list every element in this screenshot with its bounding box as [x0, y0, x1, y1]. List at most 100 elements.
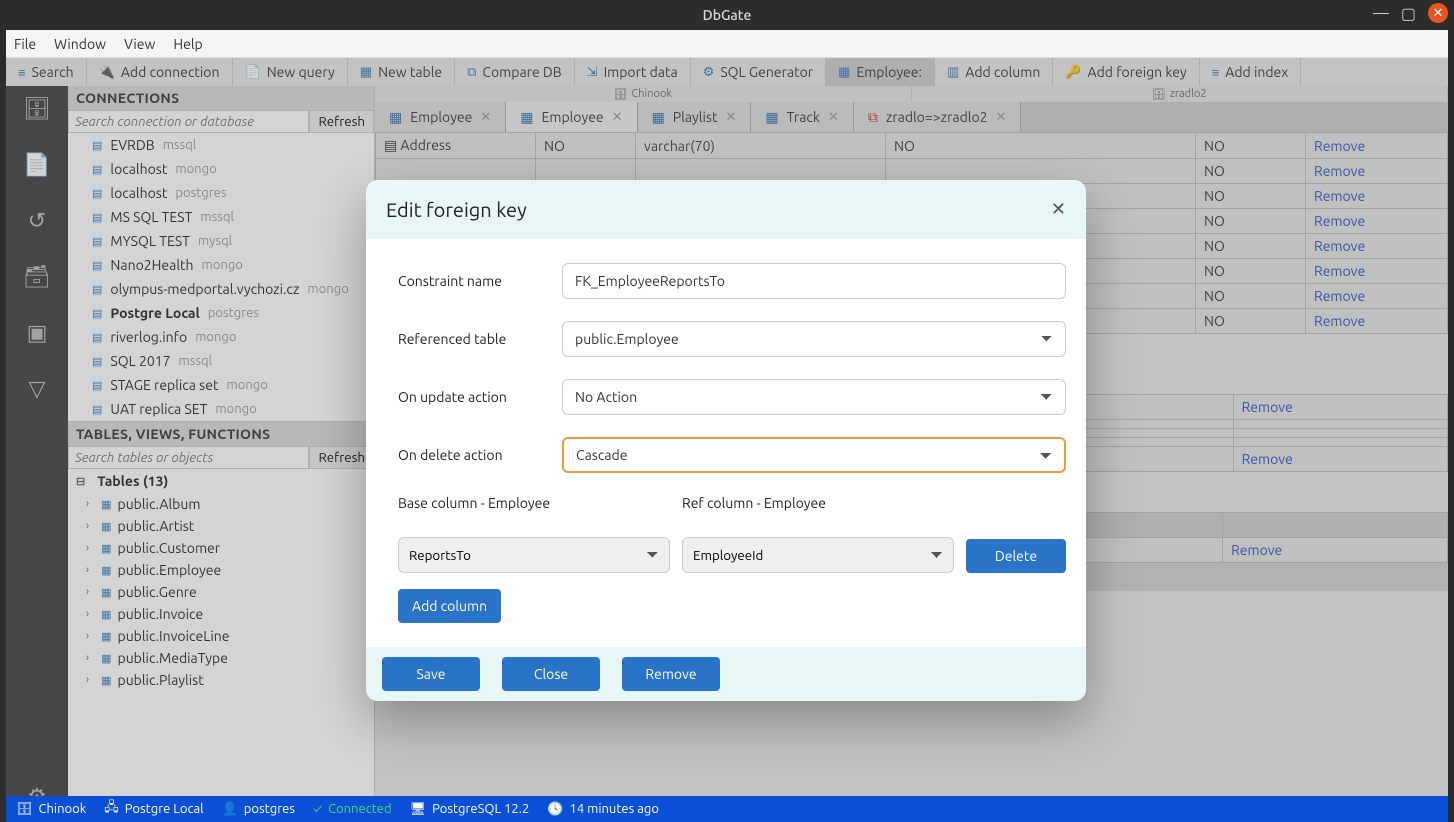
remove-link[interactable]: Remove: [1306, 234, 1448, 259]
collapse-icon[interactable]: ⊟: [76, 475, 85, 488]
table-item[interactable]: ›▦public.Customer: [68, 537, 374, 559]
crumb-zradlo2[interactable]: 🗄zradlo2: [912, 86, 1449, 102]
connections-search-input[interactable]: [68, 110, 309, 133]
save-button[interactable]: Save: [382, 657, 480, 691]
status-item[interactable]: 🖧Postgre Local: [104, 798, 203, 820]
referenced-table-select[interactable]: public.Employee: [562, 321, 1066, 357]
tool-search[interactable]: ≡Search: [6, 58, 87, 86]
menu-file[interactable]: File: [14, 36, 36, 52]
rail-archive-icon[interactable]: 🗃: [23, 264, 51, 290]
rail-history-icon[interactable]: ↺: [28, 208, 46, 234]
status-item[interactable]: ✓Connected: [313, 802, 392, 816]
remove-button[interactable]: Remove: [622, 657, 720, 691]
remove-link[interactable]: Remove: [1233, 395, 1447, 420]
editor-tab[interactable]: ▦Track✕: [751, 102, 854, 132]
table-name: public.Album: [118, 496, 201, 512]
remove-link[interactable]: Remove: [1223, 538, 1448, 563]
minimize-icon[interactable]: —: [1373, 4, 1389, 22]
tab-close-icon[interactable]: ✕: [725, 110, 736, 125]
table-item[interactable]: ›▦public.InvoiceLine: [68, 625, 374, 647]
connection-name: MYSQL TEST: [110, 233, 190, 249]
table-item[interactable]: ›▦public.Playlist: [68, 669, 374, 691]
editor-tab[interactable]: ▦Employee✕: [375, 102, 506, 132]
connection-name: localhost: [110, 161, 167, 177]
table-item[interactable]: ›▦public.Artist: [68, 515, 374, 537]
rail-file-icon[interactable]: 📄: [23, 152, 50, 178]
editor-tab[interactable]: ▦Employee✕: [506, 102, 637, 132]
connection-item[interactable]: ▤MS SQL TESTmssql: [68, 205, 374, 229]
tab-close-icon[interactable]: ✕: [480, 110, 491, 125]
tool-add-fk[interactable]: 🔑Add foreign key: [1053, 58, 1199, 86]
connection-item[interactable]: ▤SQL 2017mssql: [68, 349, 374, 373]
editor-tab[interactable]: ▦Playlist✕: [638, 102, 752, 132]
remove-link[interactable]: Remove: [1233, 447, 1447, 472]
crumb-chinook[interactable]: 🗄Chinook: [375, 86, 912, 102]
tool-import-data[interactable]: ⇲Import data: [575, 58, 691, 86]
connection-item[interactable]: ▤MYSQL TESTmysql: [68, 229, 374, 253]
base-column-select[interactable]: ReportsTo: [398, 537, 670, 573]
tool-new-table[interactable]: ▦New table: [348, 58, 455, 86]
connection-item[interactable]: ▤STAGE replica setmongo: [68, 373, 374, 397]
connection-item[interactable]: ▤riverlog.infomongo: [68, 325, 374, 349]
editor-tab[interactable]: ⧉zradlo=>zradlo2✕: [854, 102, 1022, 132]
add-column-button[interactable]: Add column: [398, 589, 501, 623]
connection-item[interactable]: ▤UAT replica SETmongo: [68, 397, 374, 421]
table-item[interactable]: ›▦public.MediaType: [68, 647, 374, 669]
connection-item[interactable]: ▤Nano2Healthmongo: [68, 253, 374, 277]
delete-column-button[interactable]: Delete: [966, 539, 1066, 573]
tables-list[interactable]: ⊟ Tables (13) ›▦public.Album›▦public.Art…: [68, 469, 374, 822]
close-button[interactable]: Close: [502, 657, 600, 691]
status-item[interactable]: 🖥PostgreSQL 12.2: [410, 802, 530, 817]
remove-link[interactable]: Remove: [1306, 133, 1448, 159]
rail-database-icon[interactable]: 🗄: [23, 96, 51, 122]
status-item[interactable]: 🗄Chinook: [16, 802, 86, 817]
connection-name: Postgre Local: [110, 305, 199, 321]
connection-item[interactable]: ▤localhostmongo: [68, 157, 374, 181]
table-item[interactable]: ›▦public.Employee: [68, 559, 374, 581]
tab-close-icon[interactable]: ✕: [828, 110, 839, 125]
on-update-select[interactable]: No Action: [562, 379, 1066, 415]
on-delete-select[interactable]: Cascade: [562, 437, 1066, 473]
remove-link[interactable]: Remove: [1306, 284, 1448, 309]
rail-extensions-icon[interactable]: ▣: [27, 320, 48, 346]
tool-sql-generator[interactable]: ⚙SQL Generator: [691, 58, 826, 86]
connection-item[interactable]: ▤localhostpostgres: [68, 181, 374, 205]
connection-item[interactable]: ▤EVRDBmssql: [68, 133, 374, 157]
table-name: public.Genre: [118, 584, 197, 600]
tab-close-icon[interactable]: ✕: [612, 110, 623, 125]
remove-link[interactable]: Remove: [1306, 159, 1448, 184]
connections-list[interactable]: ▤EVRDBmssql▤localhostmongo▤localhostpost…: [68, 133, 374, 422]
table-item[interactable]: ›▦public.Album: [68, 493, 374, 515]
rail-collapse-icon[interactable]: ▽: [29, 376, 46, 402]
table-item[interactable]: ›▦public.Genre: [68, 581, 374, 603]
table-row[interactable]: ▤ AddressNOvarchar(70)NONORemove: [376, 133, 1448, 159]
table-item[interactable]: ›▦public.Invoice: [68, 603, 374, 625]
connection-item[interactable]: ▤olympus-medportal.vychozi.czmongo: [68, 277, 374, 301]
tables-search-input[interactable]: [68, 446, 309, 469]
tab-close-icon[interactable]: ✕: [996, 110, 1007, 125]
menu-view[interactable]: View: [124, 36, 155, 52]
tool-add-column[interactable]: ▥Add column: [935, 58, 1053, 86]
remove-link[interactable]: Remove: [1306, 259, 1448, 284]
menu-window[interactable]: Window: [54, 36, 106, 52]
status-item[interactable]: 🕓14 minutes ago: [547, 802, 659, 817]
tool-compare-db[interactable]: ⧉Compare DB: [455, 58, 575, 86]
remove-link[interactable]: Remove: [1306, 209, 1448, 234]
tool-employee-context[interactable]: ▦Employee:: [826, 58, 935, 86]
remove-link[interactable]: Remove: [1306, 184, 1448, 209]
connection-item[interactable]: ▤Postgre Localpostgres: [68, 301, 374, 325]
remove-link[interactable]: Remove: [1306, 309, 1448, 334]
connections-refresh-button[interactable]: Refresh: [309, 110, 374, 133]
menu-help[interactable]: Help: [173, 36, 202, 52]
status-item[interactable]: 👤postgres: [222, 802, 295, 817]
ref-column-select[interactable]: EmployeeId: [682, 537, 954, 573]
maximize-icon[interactable]: ▢: [1401, 4, 1416, 23]
tool-add-connection[interactable]: 🔌Add connection: [87, 58, 233, 86]
constraint-name-input[interactable]: [562, 263, 1066, 299]
tool-add-index[interactable]: ≡Add index: [1200, 58, 1302, 86]
tables-group-header[interactable]: ⊟ Tables (13): [68, 469, 374, 493]
tool-new-query[interactable]: 📄New query: [233, 58, 348, 86]
modal-close-icon[interactable]: ✕: [1051, 199, 1066, 220]
tables-refresh-button[interactable]: Refresh: [309, 446, 374, 469]
close-icon[interactable]: ✕: [1428, 3, 1448, 23]
